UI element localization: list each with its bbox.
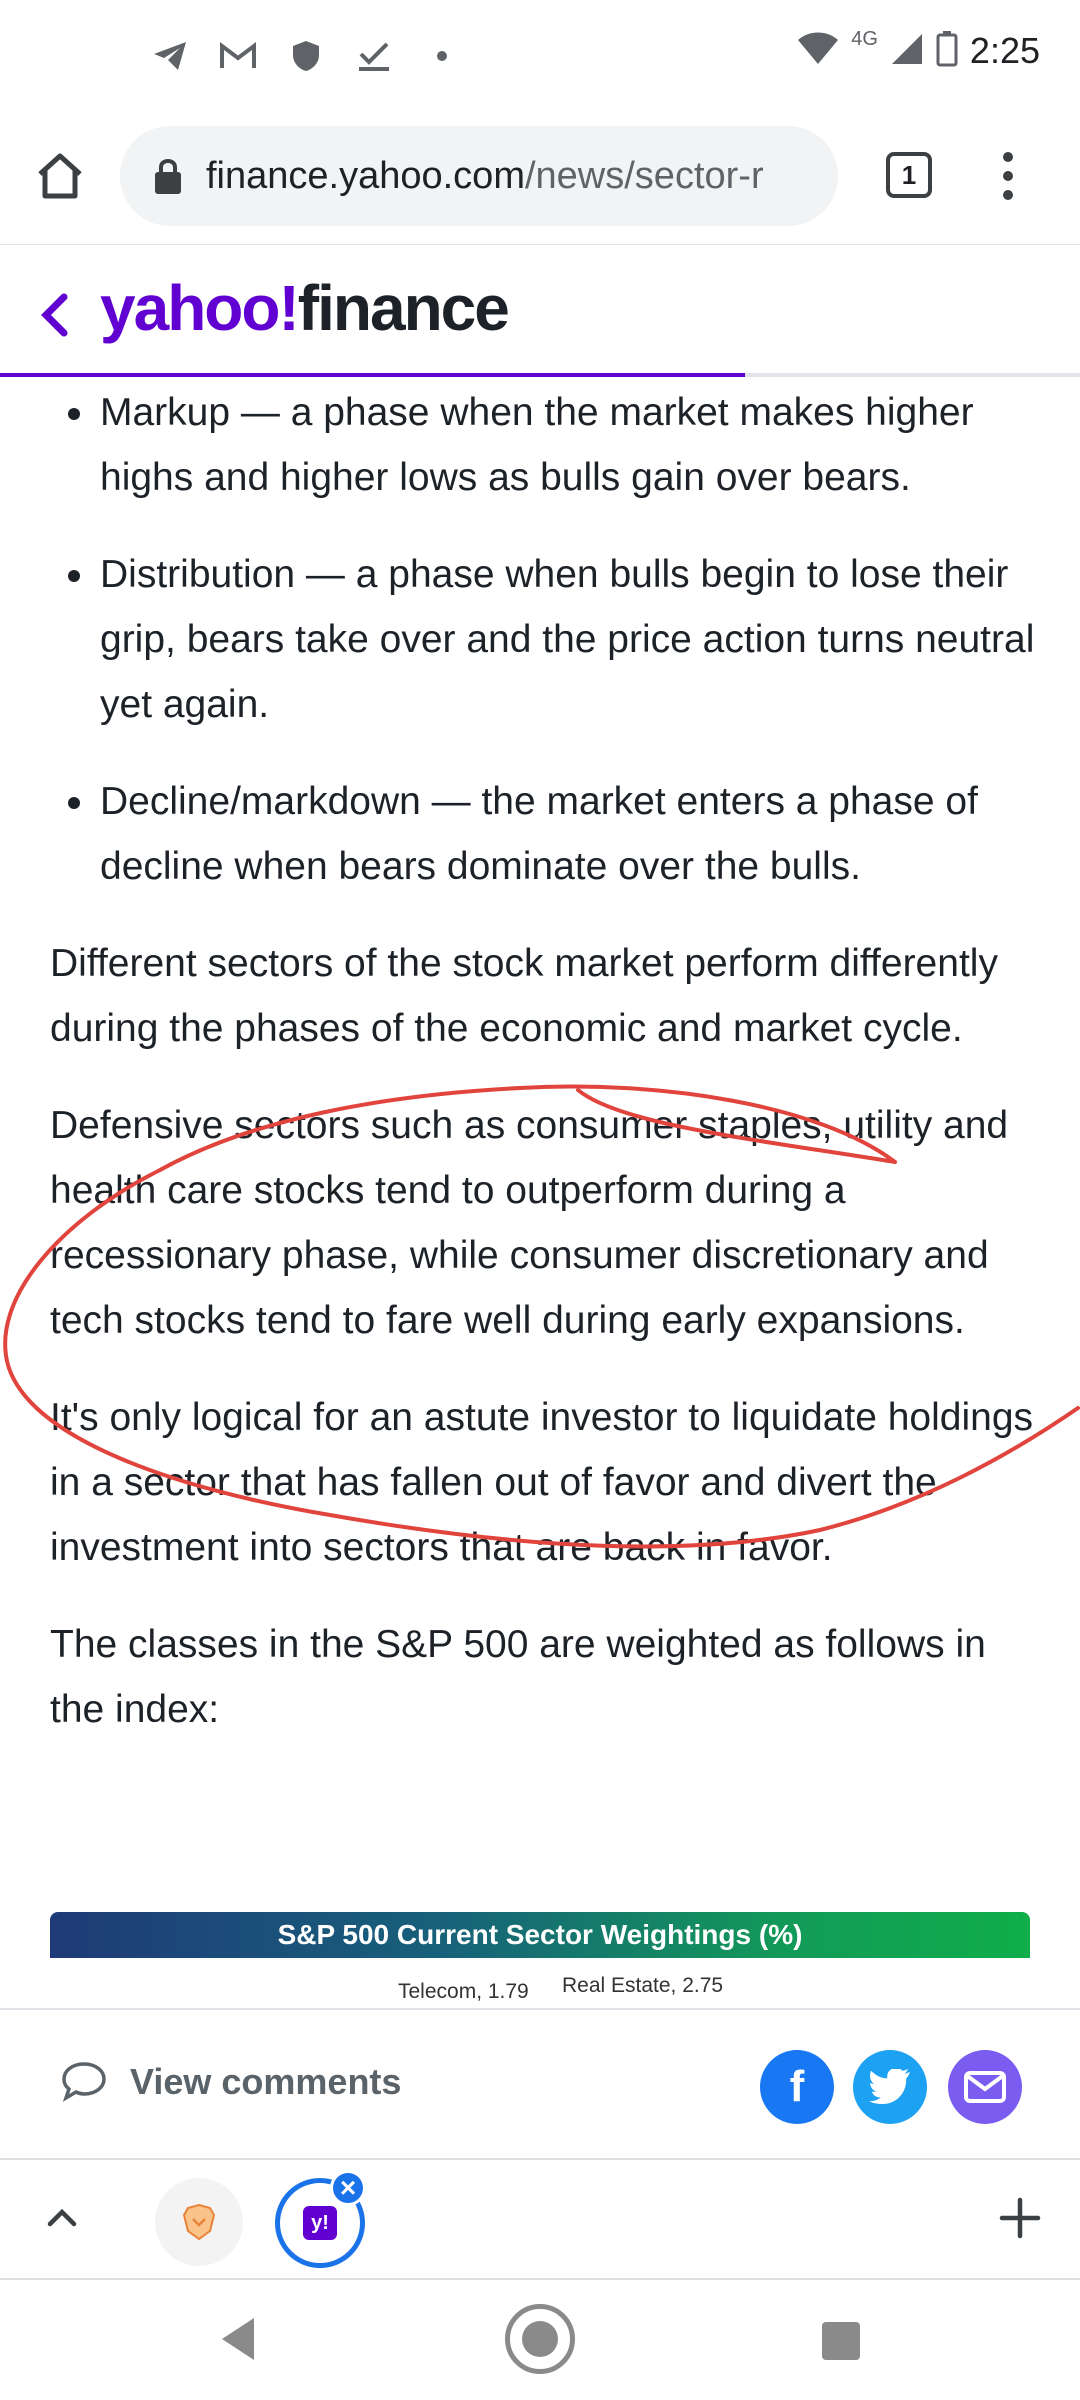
gmail-icon (218, 36, 258, 76)
telegram-icon (150, 36, 190, 76)
dot-icon (422, 36, 462, 76)
read-progress-bar (0, 373, 746, 377)
clock: 2:25 (969, 30, 1040, 71)
paragraph: Defensive sectors such as consumer stapl… (50, 1104, 1009, 1342)
facebook-icon: f (789, 2062, 805, 2111)
list-item: Distribution — a phase when bulls begin … (50, 542, 1040, 737)
url-text: finance.yahoo.com/news/sector-r (206, 155, 764, 198)
list-item: Markup — a phase when the market makes h… (50, 380, 1040, 510)
logo-finance: finance (297, 272, 510, 344)
network-type: 4G (851, 27, 878, 50)
share-twitter-button[interactable] (853, 2050, 927, 2124)
tab-switcher-button[interactable]: 1 (886, 152, 932, 198)
system-nav-bar (0, 2280, 1080, 2400)
yahoo-finance-logo[interactable]: yahoo!finance (100, 271, 510, 345)
brave-lion-icon (182, 2203, 216, 2241)
new-tab-plus-icon[interactable] (996, 2194, 1044, 2242)
chart-label: Real Estate, 2.75 (562, 1974, 724, 1997)
speech-bubble-icon (62, 2062, 106, 2102)
chevron-up-icon[interactable] (40, 2196, 84, 2240)
phase-list: Markup — a phase when the market makes h… (50, 380, 1040, 899)
browser-toolbar: finance.yahoo.com/news/sector-r 1 (0, 120, 1080, 240)
nav-home-button[interactable] (505, 2304, 575, 2374)
paragraph: It's only logical for an astute investor… (50, 1396, 1034, 1569)
logo-yahoo: yahoo! (100, 272, 300, 344)
notification-icons (150, 36, 462, 76)
nav-back-icon[interactable] (218, 2316, 258, 2362)
signal-icon (890, 32, 924, 71)
url-path: /news/sector-r (524, 154, 764, 197)
nav-recents-button[interactable] (822, 2322, 860, 2360)
chart-label: Telecom, 1.79 (398, 1980, 529, 2003)
back-chevron-icon[interactable] (30, 285, 80, 345)
overflow-menu-button[interactable] (990, 148, 1026, 204)
wifi-icon (797, 32, 839, 71)
nav-home-icon (522, 2321, 558, 2357)
battery-icon (936, 30, 958, 72)
site-header: yahoo!finance (0, 244, 1080, 377)
paragraph: Different sectors of the stock market pe… (50, 942, 998, 1050)
check-icon (354, 36, 394, 76)
shield-icon (286, 36, 326, 76)
status-bar: 4G 2:25 (0, 0, 1080, 120)
home-icon (38, 153, 82, 199)
comments-bar: View comments f (0, 2008, 1080, 2158)
list-item: Decline/markdown — the market enters a p… (50, 769, 1040, 899)
view-comments-button[interactable]: View comments (60, 2060, 401, 2104)
share-email-button[interactable] (948, 2050, 1022, 2124)
lock-icon (155, 159, 181, 194)
url-host: finance.yahoo.com (206, 154, 525, 197)
yahoo-tab-icon: y! (303, 2206, 337, 2240)
system-icons: 4G 2:25 (797, 27, 1040, 72)
paragraph: The classes in the S&P 500 are weighted … (50, 1623, 986, 1731)
share-facebook-button[interactable]: f (760, 2050, 834, 2124)
tab-strip: y! × (0, 2158, 1080, 2280)
view-comments-label: View comments (130, 2061, 402, 2102)
close-tab-button[interactable]: × (330, 2170, 366, 2206)
address-bar[interactable]: finance.yahoo.com/news/sector-r (120, 126, 838, 226)
chart-title: S&P 500 Current Sector Weightings (%) (50, 1912, 1030, 1958)
article-body: Markup — a phase when the market makes h… (50, 380, 1040, 1774)
tab-brave[interactable] (155, 2178, 243, 2266)
home-button[interactable] (30, 146, 90, 206)
chart-preview: Telecom, 1.79 Real Estate, 2.75 (50, 1958, 1030, 2008)
twitter-icon (869, 2069, 911, 2105)
mail-icon (964, 2071, 1006, 2103)
